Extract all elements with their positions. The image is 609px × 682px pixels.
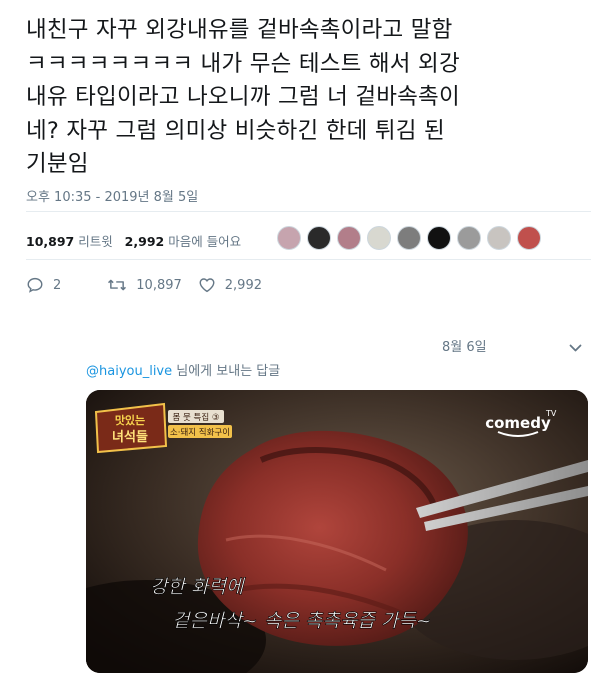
retweet-button[interactable]: 10,897 <box>107 276 182 294</box>
liker-avatar[interactable] <box>367 226 391 250</box>
replying-to-suffix: 님에게 보내는 답글 <box>172 364 281 379</box>
like-button[interactable]: 2,992 <box>198 276 262 294</box>
like-stat[interactable]: 2,992 마음에 들어요 <box>125 234 242 249</box>
replying-to: @haiyou_live 님에게 보내는 답글 <box>86 360 280 379</box>
liker-avatar[interactable] <box>517 226 541 250</box>
reply-media-image[interactable]: 맛있는 녀석들 몸 뭇 특집 ③ 소·돼지 직화구이 comedy TV 강한 … <box>86 390 588 673</box>
liker-avatar[interactable] <box>427 226 451 250</box>
liker-avatar[interactable] <box>277 226 301 250</box>
liker-avatars <box>277 226 541 250</box>
liker-avatar[interactable] <box>457 226 481 250</box>
liker-avatar[interactable] <box>397 226 421 250</box>
chevron-down-icon[interactable] <box>569 338 582 357</box>
tweet-text: 내친구 자꾸 외강내유를 겉바속촉이라고 말함 ㅋㅋㅋㅋㅋㅋㅋㅋ 내가 무슨 테… <box>26 17 460 177</box>
liker-avatar[interactable] <box>487 226 511 250</box>
retweet-stat-label: 리트윗 <box>78 234 113 249</box>
episode-line2: 소·돼지 직화구이 <box>170 427 230 438</box>
retweet-stat[interactable]: 10,897 리트윗 <box>26 234 113 249</box>
retweet-icon <box>107 276 127 294</box>
like-stat-label: 마음에 들어요 <box>168 234 242 249</box>
caption-line1: 강한 화력에 <box>150 576 246 598</box>
divider-middle <box>26 259 591 260</box>
show-logo: 맛있는 녀석들 <box>94 402 168 454</box>
tweet-stats: 10,897 리트윗 2,992 마음에 들어요 <box>26 231 241 250</box>
reply-icon <box>26 276 44 294</box>
heart-icon <box>198 276 216 294</box>
show-logo-top: 맛있는 <box>115 413 145 427</box>
reply-date[interactable]: 8월 6일 <box>442 336 487 355</box>
retweet-stat-count: 10,897 <box>26 234 75 249</box>
liker-avatar[interactable] <box>307 226 331 250</box>
retweet-count: 10,897 <box>136 277 182 293</box>
reply-button[interactable]: 2 <box>26 276 61 294</box>
channel-tv: TV <box>545 409 557 418</box>
channel-name: comedy <box>485 414 551 432</box>
like-stat-count: 2,992 <box>124 234 165 249</box>
show-logo-bottom: 녀석들 <box>112 429 148 445</box>
reply-count: 2 <box>53 277 62 293</box>
reply-handle-link[interactable]: @haiyou_live <box>86 364 172 379</box>
comedy-tv-logo: comedy TV <box>485 409 557 437</box>
like-count: 2,992 <box>224 277 262 293</box>
tweet-timestamp[interactable]: 오후 10:35 - 2019년 8월 5일 <box>26 186 198 205</box>
caption-line2: 겉은바삭~ 속은 촉촉육즙 가득~ <box>172 610 432 632</box>
liker-avatar[interactable] <box>337 226 361 250</box>
divider-top <box>26 211 591 212</box>
episode-line1: 몸 뭇 특집 ③ <box>172 412 219 423</box>
action-bar: 2 10,897 2,992 <box>26 276 262 294</box>
